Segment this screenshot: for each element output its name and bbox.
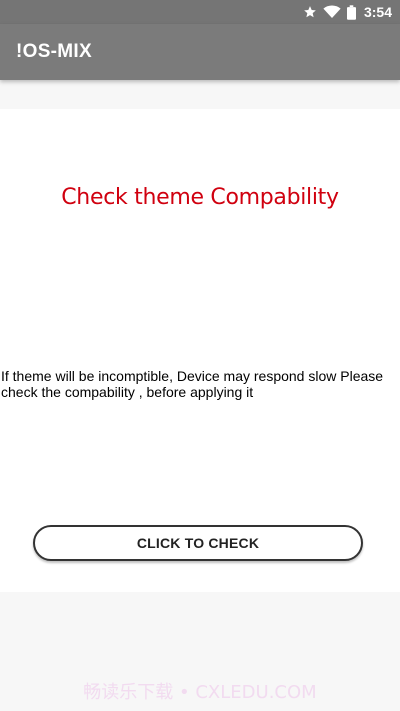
click-to-check-button[interactable]: CLICK TO CHECK	[33, 525, 363, 561]
compatibility-description: If theme will be incomptible, Device may…	[1, 368, 384, 400]
status-time: 3:54	[363, 4, 392, 20]
content-card: Check theme Compability If theme will be…	[0, 109, 400, 592]
status-icons: 3:54	[303, 0, 392, 24]
watermark-text: 畅读乐下载 • CXLEDU.COM	[83, 682, 317, 703]
app-title: !OS-MIX	[16, 41, 92, 62]
app-bar: !OS-MIX	[0, 24, 400, 80]
battery-icon	[346, 4, 356, 20]
status-bar: 3:54	[0, 0, 400, 24]
wifi-icon	[323, 5, 341, 18]
star-icon	[304, 6, 316, 18]
compatibility-heading: Check theme Compability	[61, 185, 339, 210]
